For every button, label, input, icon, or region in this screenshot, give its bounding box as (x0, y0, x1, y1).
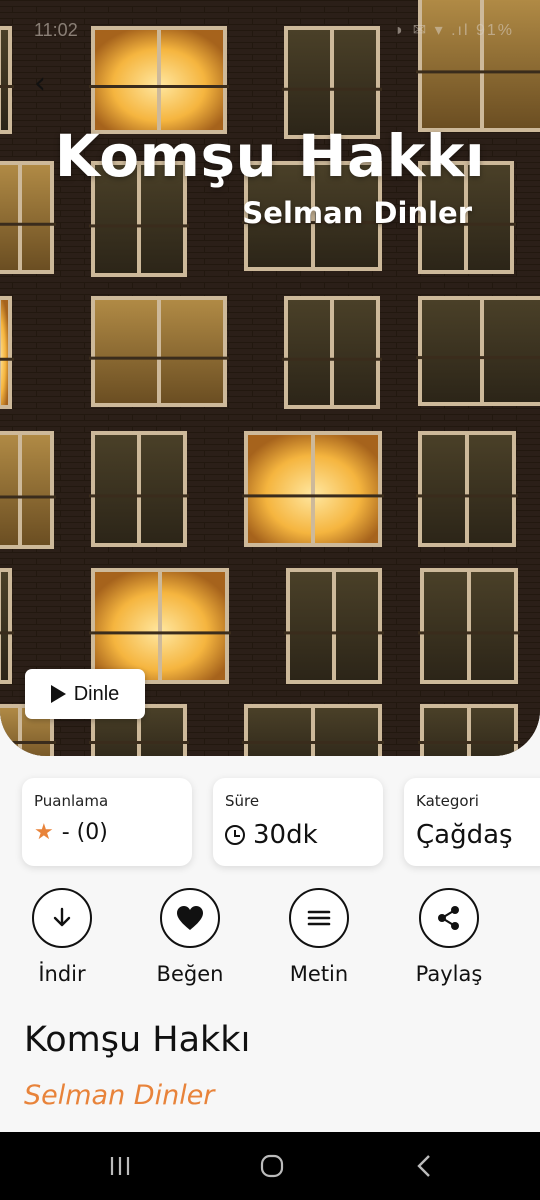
like-label: Beğen (156, 962, 224, 986)
balcony-rail (89, 494, 189, 498)
window-mullion (158, 572, 162, 680)
book-author[interactable]: Selman Dinler (24, 1080, 214, 1111)
listen-button-label: Dinle (73, 682, 120, 705)
book-title: Komşu Hakkı (24, 1020, 251, 1060)
status-time: 11:02 (34, 20, 78, 40)
window-mullion (157, 300, 161, 403)
recent-apps-button[interactable] (100, 1150, 140, 1182)
info-cards: Puanlama ★ - (0) Süre 30dk Kategori Çağd… (22, 778, 540, 868)
status-icons: ◗ ✉ ▾ .ıl 91% (394, 22, 514, 39)
window-mullion (0, 572, 1, 680)
duration-value: 30dk (253, 820, 318, 850)
balcony-rail (242, 494, 384, 498)
window-pane (0, 572, 8, 680)
like-button[interactable]: Beğen (135, 888, 245, 986)
recent-apps-icon (110, 1157, 130, 1175)
window-mullion (332, 572, 336, 680)
download-label: İndir (38, 962, 86, 986)
window-mullion (330, 300, 334, 405)
duration-card: Süre 30dk (213, 778, 383, 866)
balcony-rail (282, 87, 382, 91)
menu-icon (289, 888, 349, 948)
category-label: Kategori (416, 792, 479, 810)
balcony-rail (416, 70, 540, 74)
back-button[interactable]: ‹ (34, 66, 70, 102)
window-mullion (18, 708, 22, 756)
hero-title: Komşu Hakkı (54, 122, 486, 190)
cover-image: 11:02 ◗ ✉ ▾ .ıl 91% ‹ Komşu Hakkı Selman… (0, 0, 540, 756)
balcony-rail (0, 495, 56, 499)
building-illustration (0, 0, 540, 756)
window-mullion (18, 435, 22, 545)
balcony-rail (89, 741, 189, 744)
rating-label: Puanlama (34, 792, 109, 810)
home-icon (260, 1154, 284, 1178)
window-pane (0, 300, 8, 405)
window-mullion (467, 572, 471, 680)
category-card[interactable]: Kategori Çağdaş (404, 778, 540, 866)
home-button[interactable] (252, 1150, 292, 1182)
rating-value: - (0) (61, 820, 108, 845)
play-icon (50, 685, 66, 703)
balcony-rail (242, 741, 384, 744)
star-icon: ★ (34, 820, 54, 845)
nav-back-button[interactable] (404, 1150, 444, 1182)
balcony-rail (282, 357, 382, 361)
window-mullion (467, 708, 471, 756)
window-mullion (465, 435, 469, 543)
heart-icon (160, 888, 220, 948)
window-mullion (311, 708, 315, 756)
duration-value-row: 30dk (225, 820, 371, 850)
text-label: Metin (289, 962, 349, 986)
status-bar: 11:02 ◗ ✉ ▾ .ıl 91% (0, 0, 540, 60)
window-mullion (311, 435, 315, 543)
balcony-rail (418, 741, 520, 744)
screen: 11:02 ◗ ✉ ▾ .ıl 91% ‹ Komşu Hakkı Selman… (0, 0, 540, 1200)
window-pane (0, 435, 50, 545)
rating-card[interactable]: Puanlama ★ - (0) (22, 778, 192, 866)
text-button[interactable]: Metin (264, 888, 374, 986)
share-label: Paylaş (415, 962, 483, 986)
listen-button[interactable]: Dinle (25, 669, 145, 719)
clock-icon (225, 825, 245, 845)
balcony-rail (284, 631, 384, 635)
chevron-left-icon: ‹ (34, 66, 46, 101)
window-mullion (137, 435, 141, 543)
balcony-rail (416, 356, 540, 360)
balcony-rail (0, 357, 14, 361)
balcony-rail (0, 222, 56, 226)
share-icon (419, 888, 479, 948)
category-value: Çağdaş (416, 820, 513, 850)
system-nav-bar (0, 1132, 540, 1200)
rating-value-row: ★ - (0) (34, 820, 180, 845)
download-button[interactable]: İndir (7, 888, 117, 986)
window-mullion (0, 300, 1, 405)
window-mullion (480, 300, 484, 402)
balcony-rail (0, 741, 56, 744)
balcony-rail (89, 85, 229, 88)
balcony-rail (416, 494, 518, 498)
balcony-rail (89, 224, 189, 228)
back-icon (417, 1155, 430, 1177)
download-icon (32, 888, 92, 948)
balcony-rail (0, 631, 14, 635)
share-button[interactable]: Paylaş (394, 888, 504, 986)
balcony-rail (89, 356, 229, 360)
balcony-rail (0, 85, 14, 88)
action-row: İndir Beğen Metin Paylaş (0, 888, 540, 988)
hero-author: Selman Dinler (242, 196, 472, 230)
duration-label: Süre (225, 792, 260, 810)
balcony-rail (89, 631, 231, 635)
balcony-rail (418, 631, 520, 635)
